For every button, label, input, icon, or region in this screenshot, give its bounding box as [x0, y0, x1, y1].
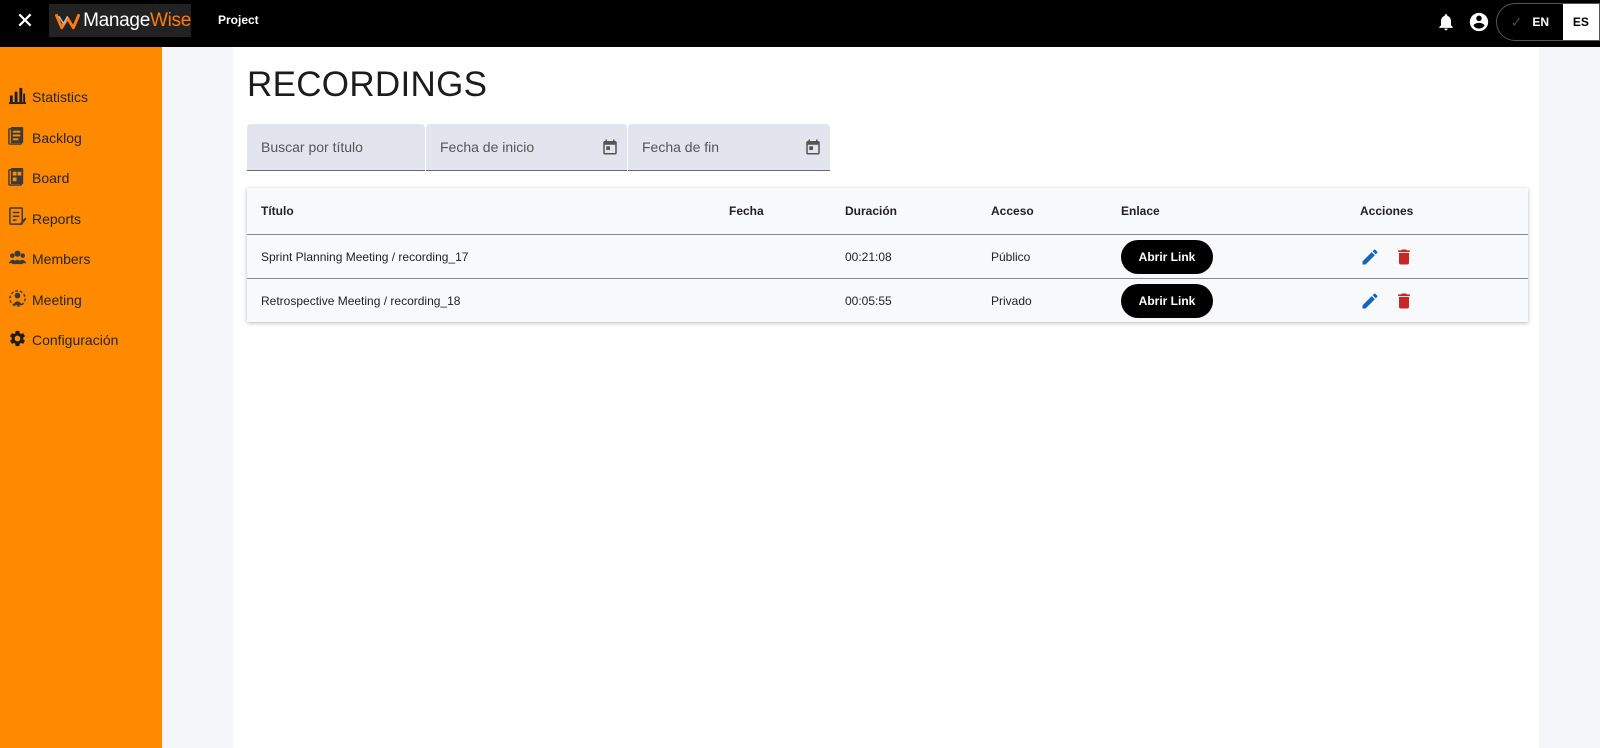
header-enlace: Enlace [1121, 204, 1160, 218]
board-icon [8, 167, 24, 186]
cell-enlace: Abrir Link [1121, 235, 1213, 278]
backlog-icon [8, 127, 24, 146]
edit-icon[interactable] [1360, 247, 1380, 267]
cell-titulo: Retrospective Meeting / recording_18 [261, 294, 461, 308]
sidebar-item-statistics[interactable]: Statistics [0, 75, 162, 116]
start-date-placeholder: Fecha de inicio [440, 139, 535, 155]
logo-text: ManageWise [83, 9, 191, 31]
calendar-icon[interactable] [601, 138, 619, 156]
members-icon [8, 250, 27, 264]
edit-icon[interactable] [1360, 291, 1380, 311]
header-acciones: Acciones [1360, 204, 1414, 218]
language-en-button[interactable]: ✓ EN [1497, 4, 1563, 40]
cell-duracion: 00:21:08 [845, 249, 892, 264]
sidebar-item-label: Statistics [32, 89, 89, 106]
sidebar-item-label: Backlog [32, 129, 82, 146]
search-title-input[interactable]: Buscar por título [247, 124, 425, 171]
sidebar-item-label: Configuración [32, 332, 119, 349]
logo: ManageWise [49, 4, 191, 37]
open-link-button[interactable]: Abrir Link [1121, 284, 1213, 318]
calendar-icon[interactable] [804, 138, 822, 156]
start-date-input[interactable]: Fecha de inicio [426, 124, 627, 171]
main-content: RECORDINGS Buscar por título Fecha de in… [233, 47, 1539, 748]
cell-acciones [1360, 279, 1414, 323]
end-date-placeholder: Fecha de fin [642, 139, 720, 155]
logo-icon [55, 13, 81, 29]
gear-icon [10, 330, 25, 346]
sidebar-item-reports[interactable]: Reports [0, 197, 162, 238]
sidebar-item-configuracion[interactable]: Configuración [0, 318, 162, 359]
end-date-input[interactable]: Fecha de fin [628, 124, 830, 171]
search-title-placeholder: Buscar por título [261, 139, 363, 155]
header-duracion: Duración [845, 204, 898, 218]
bar-chart-icon [8, 87, 27, 104]
recordings-table: Título Fecha Duración Acceso Enlace Acci… [247, 188, 1528, 322]
open-link-button[interactable]: Abrir Link [1121, 239, 1213, 274]
language-toggle: ✓ EN ES [1496, 3, 1600, 41]
delete-icon[interactable] [1394, 247, 1414, 267]
delete-icon[interactable] [1394, 291, 1414, 311]
cell-acciones [1360, 235, 1414, 278]
top-bar: ✕ ManageWise Project ✓ EN ES [0, 0, 1600, 47]
sidebar-item-members[interactable]: Members [0, 237, 162, 278]
cell-acceso: Público [991, 249, 1031, 264]
sidebar-item-label: Reports [32, 210, 82, 227]
sidebar-item-board[interactable]: Board [0, 156, 162, 197]
header-acceso: Acceso [991, 204, 1034, 218]
table-header-row: Título Fecha Duración Acceso Enlace Acci… [247, 188, 1528, 235]
language-es-button[interactable]: ES [1562, 4, 1599, 40]
filters: Buscar por título Fecha de inicio Fecha … [247, 124, 831, 171]
cell-enlace: Abrir Link [1121, 279, 1213, 323]
project-link[interactable]: Project [218, 13, 259, 27]
header-fecha: Fecha [729, 204, 764, 218]
close-icon[interactable]: ✕ [14, 10, 36, 32]
cell-duracion: 00:05:55 [845, 294, 892, 308]
reports-icon [9, 207, 27, 226]
cell-titulo: Sprint Planning Meeting / recording_17 [261, 249, 469, 264]
language-es-label: ES [1572, 15, 1589, 29]
meeting-icon [9, 290, 26, 308]
table-row: Sprint Planning Meeting / recording_17 0… [247, 235, 1528, 279]
sidebar-item-label: Meeting [32, 291, 82, 308]
table-row: Retrospective Meeting / recording_18 00:… [247, 279, 1528, 323]
bell-icon[interactable] [1436, 11, 1456, 33]
page-title: RECORDINGS [247, 65, 488, 104]
header-titulo: Título [261, 204, 294, 218]
check-icon: ✓ [1510, 13, 1523, 30]
sidebar-item-meeting[interactable]: Meeting [0, 278, 162, 319]
cell-acceso: Privado [991, 294, 1032, 308]
sidebar-item-label: Members [32, 251, 91, 268]
account-circle-icon[interactable] [1468, 11, 1490, 33]
sidebar-item-label: Board [32, 170, 70, 187]
sidebar: Statistics Backlog Board Reports Members… [0, 47, 162, 748]
sidebar-item-backlog[interactable]: Backlog [0, 116, 162, 157]
language-en-label: EN [1532, 15, 1550, 29]
